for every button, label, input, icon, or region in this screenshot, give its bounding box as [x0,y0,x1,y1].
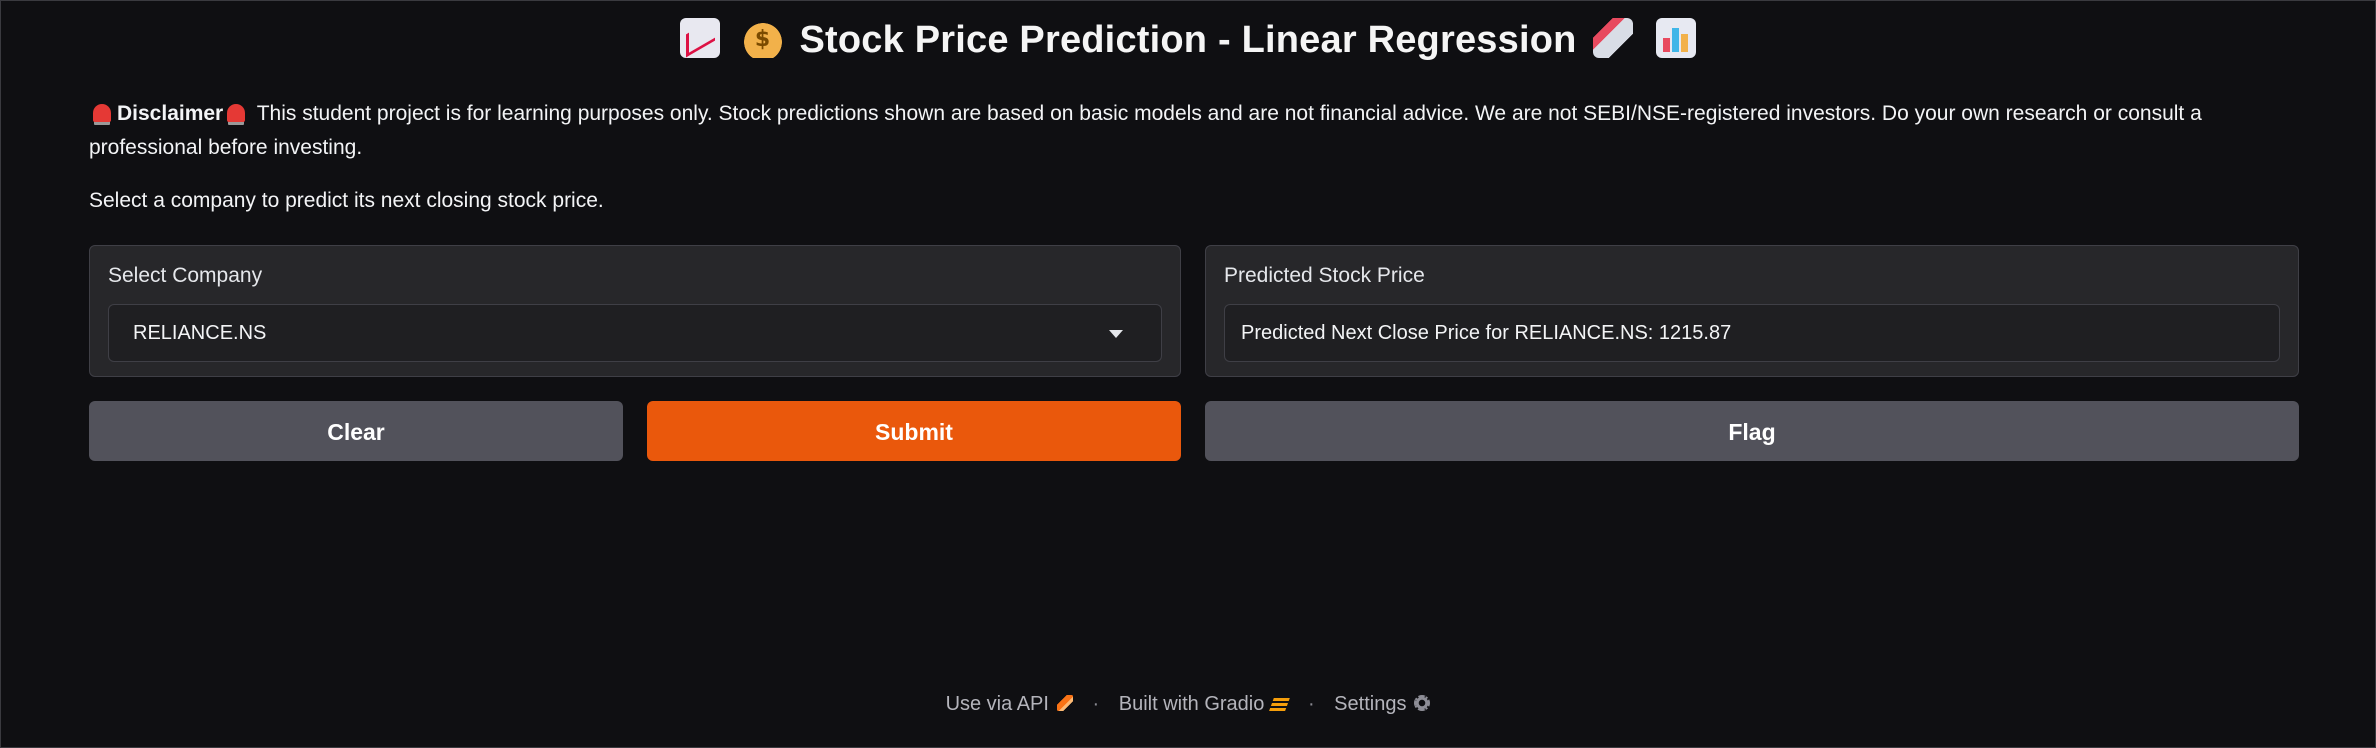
company-select-label: Select Company [108,264,263,287]
company-select-panel: Select Company RELIANCE.NS [89,245,1181,377]
disclaimer: Disclaimer This student project is for l… [89,97,2289,165]
siren-icon [227,104,246,122]
rocket-icon [1593,17,1634,58]
gear-icon [1414,694,1431,711]
company-dropdown[interactable]: RELIANCE.NS [108,304,1162,362]
app-window: Stock Price Prediction - Linear Regressi… [0,0,2376,748]
page-title: Stock Price Prediction - Linear Regressi… [1,17,2375,62]
submit-button[interactable]: Submit [647,401,1181,461]
money-bag-icon [742,17,783,58]
disclaimer-text: This student project is for learning pur… [89,102,2202,159]
rocket-icon [1056,694,1073,711]
prediction-output-field[interactable]: Predicted Next Close Price for RELIANCE.… [1224,304,2280,362]
use-via-api-link[interactable]: Use via API [946,693,1079,715]
prediction-output-panel: Predicted Stock Price Predicted Next Clo… [1205,245,2299,377]
settings-link[interactable]: Settings [1334,693,1431,716]
page-title-text: Stock Price Prediction - Linear Regressi… [799,19,1577,61]
footer: Use via API · Built with Gradio · Settin… [1,693,2375,716]
settings-label: Settings [1334,693,1407,716]
disclaimer-label: Disclaimer [117,102,224,125]
prediction-output-value: Predicted Next Close Price for RELIANCE.… [1241,322,1732,344]
company-dropdown-value: RELIANCE.NS [133,322,267,344]
flag-button[interactable]: Flag [1205,401,2299,461]
footer-separator: · [1307,693,1315,716]
prediction-output-label: Predicted Stock Price [1224,264,1425,287]
instructions-text: Select a company to predict its next clo… [89,189,604,212]
chart-increasing-icon [679,17,720,58]
footer-separator: · [1092,693,1100,716]
use-via-api-label: Use via API [945,693,1049,716]
built-with-gradio-label: Built with Gradio [1118,693,1265,716]
built-with-gradio-link[interactable]: Built with Gradio [1119,693,1294,715]
chevron-down-icon[interactable] [1109,330,1123,338]
gradio-logo-icon [1269,694,1292,711]
bar-chart-icon [1656,17,1697,58]
siren-icon [93,104,111,122]
clear-button[interactable]: Clear [89,401,623,461]
